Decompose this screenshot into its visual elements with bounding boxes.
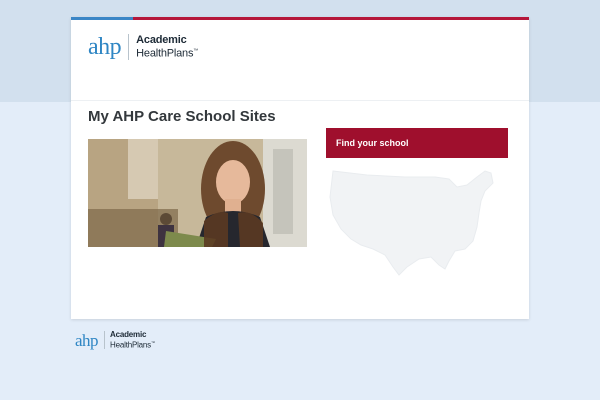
find-your-school-button[interactable]: Find your school <box>326 128 508 158</box>
logo-wordmark: Academic HealthPlans™ <box>136 33 198 60</box>
trademark-symbol: ™ <box>150 340 155 345</box>
card-header: ahp Academic HealthPlans™ <box>71 20 529 101</box>
main-card: ahp Academic HealthPlans™ My AHP Care Sc… <box>71 17 529 319</box>
logo-line-1: Academic <box>110 330 147 339</box>
logo-line-1: Academic <box>136 33 187 46</box>
logo-wordmark: Academic HealthPlans™ <box>110 331 155 350</box>
student-photo <box>88 139 307 247</box>
footer-logo[interactable]: ahp Academic HealthPlans™ <box>75 331 155 350</box>
student-photo-illustration <box>88 139 307 247</box>
logo-mark: ahp <box>75 330 99 350</box>
logo-line-2: HealthPlans™ <box>136 46 198 60</box>
trademark-symbol: ™ <box>193 47 199 54</box>
logo-line-2: HealthPlans™ <box>110 339 155 350</box>
logo-mark: ahp <box>88 34 122 60</box>
page-title: My AHP Care School Sites <box>88 108 276 125</box>
logo-divider <box>104 331 106 350</box>
logo-divider <box>128 34 130 60</box>
us-map-icon[interactable] <box>327 167 499 277</box>
logo-line-2-text: HealthPlans <box>110 340 151 350</box>
header-logo[interactable]: ahp Academic HealthPlans™ <box>88 34 198 60</box>
logo-line-2-text: HealthPlans <box>136 47 194 60</box>
